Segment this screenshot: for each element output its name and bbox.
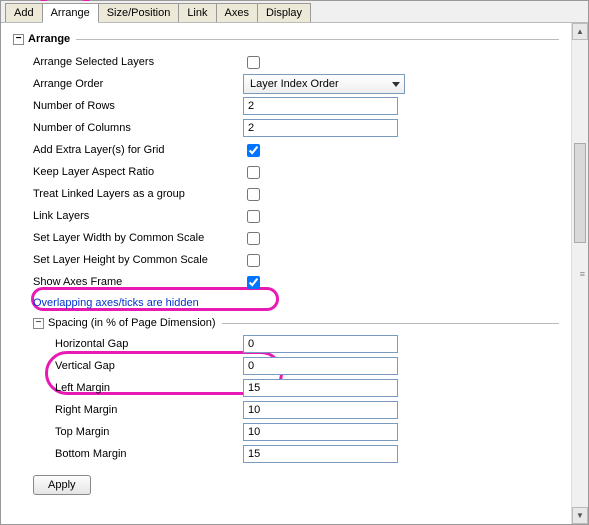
label-num-cols: Number of Columns [33,122,243,134]
row-bmargin: Bottom Margin [55,443,559,465]
row-keep-aspect: Keep Layer Aspect Ratio [33,161,559,183]
input-bmargin[interactable] [243,445,398,463]
tab-bar: Add Arrange Size/Position Link Axes Disp… [1,1,588,23]
input-lmargin[interactable] [243,379,398,397]
label-num-rows: Number of Rows [33,100,243,112]
label-link-layers: Link Layers [33,210,243,222]
scroll-up-icon[interactable]: ▲ [572,23,588,40]
scroll-pane: − Arrange Arrange Selected Layers Arrang… [1,23,571,524]
label-height-common: Set Layer Height by Common Scale [33,254,243,266]
input-hgap[interactable] [243,335,398,353]
checkbox-keep-aspect[interactable] [247,166,260,179]
row-height-common: Set Layer Height by Common Scale [33,249,559,271]
label-show-axes-frame: Show Axes Frame [33,276,243,288]
scroll-grip-icon: ≡ [580,269,585,279]
tab-add[interactable]: Add [5,3,43,22]
input-num-cols[interactable] [243,119,398,137]
label-add-extra: Add Extra Layer(s) for Grid [33,144,243,156]
tab-axes[interactable]: Axes [216,3,258,22]
scroll-down-icon[interactable]: ▼ [572,507,588,524]
scroll-thumb[interactable] [574,143,586,243]
label-bmargin: Bottom Margin [55,448,243,460]
spacing-body: Horizontal Gap Vertical Gap Left Margin … [33,333,559,465]
checkbox-width-common[interactable] [247,232,260,245]
row-lmargin: Left Margin [55,377,559,399]
chevron-down-icon [392,82,400,87]
label-hgap: Horizontal Gap [55,338,243,350]
checkbox-arrange-selected-layers[interactable] [247,56,260,69]
row-tmargin: Top Margin [55,421,559,443]
label-vgap: Vertical Gap [55,360,243,372]
tab-arrange[interactable]: Arrange [42,3,99,23]
input-num-rows[interactable] [243,97,398,115]
row-treat-linked: Treat Linked Layers as a group [33,183,559,205]
arrange-section-body: Arrange Selected Layers Arrange Order La… [13,51,559,465]
label-tmargin: Top Margin [55,426,243,438]
row-num-cols: Number of Columns [33,117,559,139]
checkbox-height-common[interactable] [247,254,260,267]
row-add-extra: Add Extra Layer(s) for Grid [33,139,559,161]
select-arrange-order-value: Layer Index Order [250,78,339,90]
collapse-toggle-arrange[interactable]: − [13,34,24,45]
spacing-header: − Spacing (in % of Page Dimension) [33,317,559,329]
label-treat-linked: Treat Linked Layers as a group [33,188,243,200]
checkbox-treat-linked[interactable] [247,188,260,201]
input-rmargin[interactable] [243,401,398,419]
checkbox-add-extra[interactable] [247,144,260,157]
divider [76,39,559,40]
checkbox-link-layers[interactable] [247,210,260,223]
spacing-title: Spacing (in % of Page Dimension) [48,317,216,329]
row-num-rows: Number of Rows [33,95,559,117]
tab-link[interactable]: Link [178,3,216,22]
label-keep-aspect: Keep Layer Aspect Ratio [33,166,243,178]
tab-display[interactable]: Display [257,3,311,22]
label-rmargin: Right Margin [55,404,243,416]
checkbox-show-axes-frame[interactable] [247,276,260,289]
divider [222,323,559,324]
row-arrange-order: Arrange Order Layer Index Order [33,73,559,95]
arrange-section-title: Arrange [28,33,70,45]
apply-button[interactable]: Apply [33,475,91,495]
label-lmargin: Left Margin [55,382,243,394]
overlap-note: Overlapping axes/ticks are hidden [33,297,559,309]
label-width-common: Set Layer Width by Common Scale [33,232,243,244]
arrange-section-header: − Arrange [13,33,559,45]
row-width-common: Set Layer Width by Common Scale [33,227,559,249]
label-arrange-order: Arrange Order [33,78,243,90]
content-area: − Arrange Arrange Selected Layers Arrang… [1,23,588,524]
row-arrange-selected-layers: Arrange Selected Layers [33,51,559,73]
row-vgap: Vertical Gap [55,355,559,377]
input-tmargin[interactable] [243,423,398,441]
dialog-window: Add Arrange Size/Position Link Axes Disp… [0,0,589,525]
input-vgap[interactable] [243,357,398,375]
row-hgap: Horizontal Gap [55,333,559,355]
row-rmargin: Right Margin [55,399,559,421]
select-arrange-order[interactable]: Layer Index Order [243,74,405,94]
label-arrange-selected-layers: Arrange Selected Layers [33,56,243,68]
tab-size-position[interactable]: Size/Position [98,3,180,22]
vertical-scrollbar[interactable]: ▲ ≡ ▼ [571,23,588,524]
collapse-toggle-spacing[interactable]: − [33,318,44,329]
row-show-axes-frame: Show Axes Frame [33,271,559,293]
row-link-layers: Link Layers [33,205,559,227]
